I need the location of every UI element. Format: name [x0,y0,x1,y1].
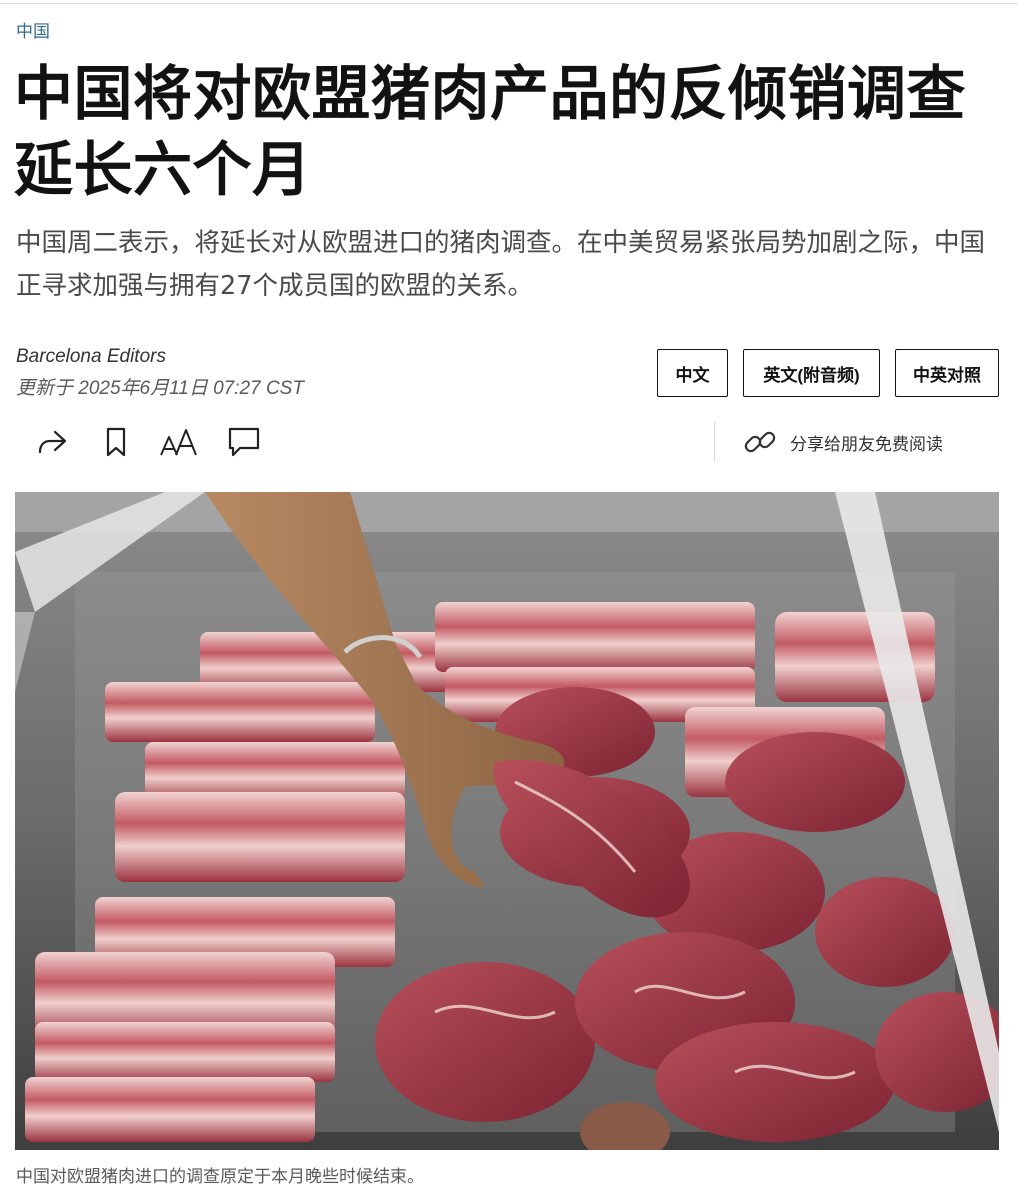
top-divider [0,3,1018,4]
photo-caption: 中国对欧盟猪肉进口的调查原定于本月晚些时候结束。 [16,1167,424,1187]
gift-article-label: 分享给朋友免费阅读 [790,434,943,455]
article-summary: 中国周二表示，将延长对从欧盟进口的猪肉调查。在中美贸易紧张局势加剧之际，中国正寻… [16,228,986,301]
page-title: 中国将对欧盟猪肉产品的反倾销调查延长六个月 [14,59,967,204]
font-size-button[interactable] [158,422,198,462]
bookmark-button[interactable] [96,422,136,462]
font-size-icon [160,429,197,456]
lang-english-audio-button[interactable]: 英文(附音频) [743,349,880,397]
share-icon [38,430,67,454]
gift-article-button[interactable]: 分享给朋友免费阅读 [742,424,943,460]
lang-chinese-button[interactable]: 中文 [657,349,728,397]
pork-counter-image [15,492,999,1150]
link-icon [744,431,776,453]
updated-timestamp: 更新于 2025年6月11日 07:27 CST [16,378,304,399]
share-button[interactable] [32,422,72,462]
byline[interactable]: Barcelona Editors [16,346,166,368]
article-photo [15,492,999,1150]
bookmark-icon [106,427,126,457]
section-link[interactable]: 中国 [16,17,50,42]
toolbar-divider [714,422,715,462]
comment-icon [228,427,260,457]
lang-bilingual-button[interactable]: 中英对照 [895,349,999,397]
comment-button[interactable] [224,422,264,462]
